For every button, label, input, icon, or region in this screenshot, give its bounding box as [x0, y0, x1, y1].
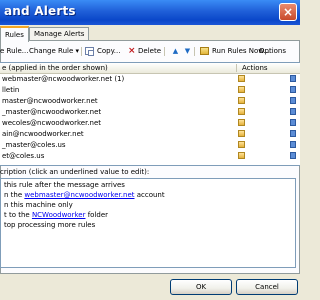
change-rule-label: Change Rule	[29, 47, 74, 55]
description-line: n the webmaster@ncwoodworker.net account	[4, 191, 165, 199]
description-line: this rule after the message arrives	[4, 181, 125, 189]
move-to-folder-icon	[238, 108, 245, 115]
move-to-folder-icon	[238, 119, 245, 126]
rule-name: _master@ncwoodworker.net	[2, 108, 102, 116]
description-text: top processing more rules	[4, 221, 96, 229]
rule-row[interactable]: lletin	[0, 85, 300, 95]
account-link[interactable]: webmaster@ncwoodworker.net	[24, 191, 134, 199]
description-text: account	[134, 191, 165, 199]
new-rule-button[interactable]: e Rule...	[0, 47, 28, 55]
rule-row[interactable]: _master@ncwoodworker.net	[0, 107, 300, 117]
rule-row[interactable]: ain@ncwoodworker.net	[0, 129, 300, 139]
description-line: top processing more rules	[4, 221, 95, 229]
rule-name: ain@ncwoodworker.net	[2, 130, 84, 138]
run-rules-icon	[200, 47, 209, 55]
description-text: folder	[85, 211, 109, 219]
rule-name: lletin	[2, 86, 20, 94]
rules-list-header: e (applied in the order shown) Actions	[0, 63, 300, 74]
rule-option-icon[interactable]	[290, 130, 296, 137]
rules-list[interactable]: e (applied in the order shown) Actions w…	[0, 62, 300, 166]
copy-icon	[85, 47, 94, 56]
rule-name: master@ncwoodworker.net	[2, 97, 98, 105]
close-icon[interactable]: ×	[279, 3, 297, 21]
toolbar-divider	[164, 47, 165, 56]
cancel-button[interactable]: Cancel	[236, 279, 298, 295]
title-bar[interactable]: and Alerts ×	[0, 0, 300, 25]
description-line: t to the NCWoodworker folder	[4, 211, 108, 219]
column-rule[interactable]: e (applied in the order shown)	[2, 64, 108, 72]
delete-button[interactable]: Delete	[138, 47, 161, 55]
move-down-icon[interactable]: ▼	[183, 47, 192, 55]
move-to-folder-icon	[238, 75, 245, 82]
description-text: n this machine only	[4, 201, 73, 209]
rule-row[interactable]: _master@coles.us	[0, 140, 300, 150]
description-text: this rule after the message arrives	[4, 181, 125, 189]
move-up-icon[interactable]: ▲	[171, 47, 180, 55]
options-button[interactable]: Options	[259, 47, 286, 55]
copy-button[interactable]: Copy...	[97, 47, 120, 55]
rule-name: wecoles@ncwoodworker.net	[2, 119, 102, 127]
move-to-folder-icon	[238, 141, 245, 148]
rule-option-icon[interactable]	[290, 75, 296, 82]
toolbar-divider	[194, 47, 195, 56]
rule-description-box: this rule after the message arrives n th…	[0, 178, 296, 268]
move-to-folder-icon	[238, 97, 245, 104]
description-line: n this machine only	[4, 201, 73, 209]
move-to-folder-icon	[238, 130, 245, 137]
rule-option-icon[interactable]	[290, 86, 296, 93]
rule-option-icon[interactable]	[290, 141, 296, 148]
rule-option-icon[interactable]	[290, 119, 296, 126]
move-to-folder-icon	[238, 152, 245, 159]
column-actions[interactable]: Actions	[242, 64, 268, 72]
description-text: n the	[4, 191, 25, 199]
move-to-folder-icon	[238, 86, 245, 93]
tab-strip: Rules Manage Alerts	[0, 26, 300, 42]
ok-button[interactable]: OK	[170, 279, 232, 295]
rule-row[interactable]: master@ncwoodworker.net	[0, 96, 300, 106]
rule-option-icon[interactable]	[290, 108, 296, 115]
rule-description-label: cription (click an underlined value to e…	[0, 168, 150, 176]
rule-row[interactable]: wecoles@ncwoodworker.net	[0, 118, 300, 128]
tab-rules[interactable]: Rules	[0, 26, 29, 42]
change-rule-button[interactable]: Change Rule ▾	[29, 47, 79, 55]
rules-toolbar: e Rule... Change Rule ▾ Copy... × Delete…	[0, 44, 300, 58]
rules-and-alerts-dialog: and Alerts × Rules Manage Alerts e Rule.…	[0, 0, 300, 300]
chevron-down-icon: ▾	[75, 47, 80, 55]
rule-name: et@coles.us	[2, 152, 45, 160]
toolbar-divider	[81, 47, 82, 56]
rule-row[interactable]: et@coles.us	[0, 151, 300, 161]
folder-link[interactable]: NCWoodworker	[32, 211, 86, 219]
rule-name: webmaster@ncwoodworker.net (1)	[2, 75, 125, 83]
rule-name: _master@coles.us	[2, 141, 66, 149]
window-title: and Alerts	[4, 4, 76, 18]
rule-row[interactable]: webmaster@ncwoodworker.net (1)	[0, 74, 300, 84]
description-text: t to the	[4, 211, 32, 219]
rule-option-icon[interactable]	[290, 97, 296, 104]
delete-icon: ×	[128, 46, 136, 56]
tab-manage-alerts[interactable]: Manage Alerts	[29, 27, 90, 40]
rule-option-icon[interactable]	[290, 152, 296, 159]
column-divider[interactable]	[236, 64, 237, 72]
